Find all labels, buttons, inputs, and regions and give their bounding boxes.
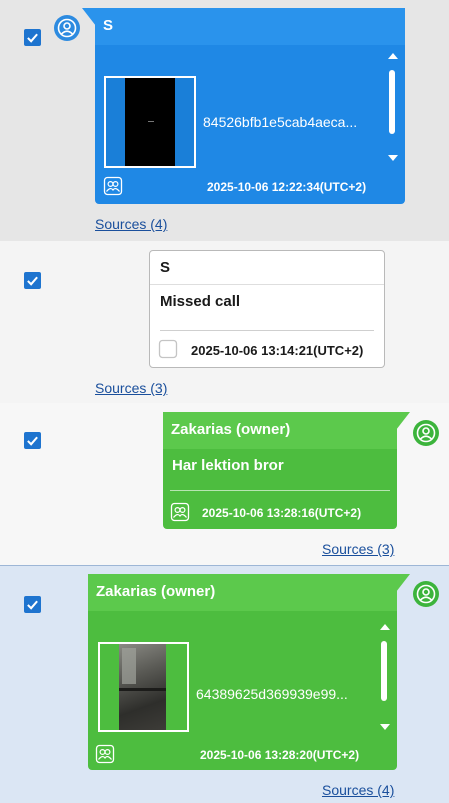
select-checkbox[interactable] xyxy=(24,432,41,449)
sources-link[interactable]: Sources (3) xyxy=(95,380,167,396)
message-timestamp: 2025-10-06 12:22:34(UTC+2) xyxy=(207,180,367,194)
sender-name: S xyxy=(95,8,405,45)
attachment-filename[interactable]: 64389625d369939e99... xyxy=(196,686,348,702)
sources-icon[interactable] xyxy=(170,502,190,522)
attachment-thumbnail[interactable] xyxy=(104,76,196,168)
message-row[interactable]: Zakarias (owner) Har lektion bror 2025-1… xyxy=(0,403,449,565)
select-checkbox[interactable] xyxy=(24,29,41,46)
message-body: Har lektion bror xyxy=(172,457,284,474)
message-timestamp: 2025-10-06 13:28:16(UTC+2) xyxy=(202,506,362,520)
check-icon xyxy=(27,276,38,286)
message-bubble[interactable]: S Missed call 2025-10-06 13:14:21(UTC+2) xyxy=(149,250,385,368)
scroll-down-arrow[interactable] xyxy=(388,155,398,161)
bubble-divider xyxy=(160,330,374,331)
bubble-tail xyxy=(82,8,96,26)
scroll-down-arrow[interactable] xyxy=(380,724,390,730)
attachment-scrollbar[interactable] xyxy=(386,53,400,161)
select-checkbox[interactable] xyxy=(24,596,41,613)
phone-icon xyxy=(158,339,178,359)
user-icon xyxy=(413,420,439,446)
user-icon xyxy=(54,15,80,41)
attachment-thumbnail[interactable] xyxy=(98,642,189,732)
sender-name: Zakarias (owner) xyxy=(163,412,397,449)
sources-link[interactable]: Sources (3) xyxy=(322,541,394,557)
bubble-divider xyxy=(170,490,390,491)
check-icon xyxy=(27,436,38,446)
message-row-selected[interactable]: Zakarias (owner) 64389625d369939e99... 2… xyxy=(0,565,449,803)
sender-name: S xyxy=(150,251,384,285)
bubble-tail xyxy=(396,574,410,592)
bubble-tail xyxy=(396,412,410,430)
sender-name: Zakarias (owner) xyxy=(88,574,397,611)
message-bubble[interactable]: S 84526bfb1e5cab4aeca... 2025-10-06 12:2… xyxy=(95,8,405,204)
sources-icon[interactable] xyxy=(95,744,115,764)
message-timestamp: 2025-10-06 13:28:20(UTC+2) xyxy=(200,748,360,762)
scroll-up-arrow[interactable] xyxy=(388,53,398,59)
scroll-up-arrow[interactable] xyxy=(380,624,390,630)
message-row[interactable]: S Missed call 2025-10-06 13:14:21(UTC+2)… xyxy=(0,241,449,403)
sources-icon[interactable] xyxy=(103,176,123,196)
message-bubble[interactable]: Zakarias (owner) 64389625d369939e99... 2… xyxy=(88,574,397,770)
check-icon xyxy=(27,600,38,610)
sources-link[interactable]: Sources (4) xyxy=(322,782,394,798)
scroll-thumb[interactable] xyxy=(381,641,387,701)
message-body: Missed call xyxy=(160,293,241,310)
scroll-thumb[interactable] xyxy=(389,70,395,134)
message-bubble[interactable]: Zakarias (owner) Har lektion bror 2025-1… xyxy=(163,412,397,529)
user-icon xyxy=(413,581,439,607)
sources-link[interactable]: Sources (4) xyxy=(95,216,167,232)
message-row[interactable]: S 84526bfb1e5cab4aeca... 2025-10-06 12:2… xyxy=(0,0,449,241)
attachment-scrollbar[interactable] xyxy=(378,624,392,730)
check-icon xyxy=(27,33,38,43)
message-timestamp: 2025-10-06 13:14:21(UTC+2) xyxy=(191,343,364,358)
select-checkbox[interactable] xyxy=(24,272,41,289)
attachment-filename[interactable]: 84526bfb1e5cab4aeca... xyxy=(203,114,357,130)
